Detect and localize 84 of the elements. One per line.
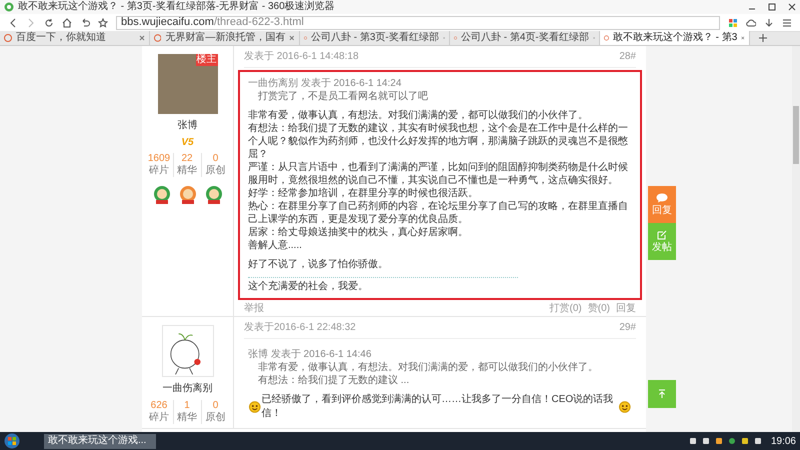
download-icon[interactable] (764, 18, 774, 28)
stat-label: 原创 (206, 412, 226, 424)
post-paragraph: 热心：在群里分享了自己药剂师的内容，在论坛里分享了自己写的攻略，在群里直播自己上课学的东西，更是发现了爱分享的优良品质。 (248, 200, 629, 226)
menu-icon[interactable] (782, 18, 792, 28)
stat-value: 0 (212, 153, 218, 165)
grin-emoji-icon (619, 401, 632, 413)
window-title: 敢不敢来玩这个游戏？ - 第3页-奖看红绿部落-无界财富 - 360极速浏览器 (18, 1, 335, 13)
stat-label: 精华 (177, 165, 197, 177)
post-paragraph: 善解人意..... (248, 239, 303, 252)
tab-label: 敢不敢来玩这个游戏？ - 第3 (612, 32, 738, 44)
favicon-icon (304, 34, 307, 42)
tab-label: 公司八卦 - 第4页-奖看红绿部 (460, 32, 589, 44)
favicon-icon (604, 34, 609, 42)
shield-icon[interactable] (728, 437, 736, 445)
post-message: 已经骄傲了，看到评价感觉到满满的认可……让我多了一分自信！CEO说的话我信！ (262, 393, 614, 421)
start-button-icon[interactable] (4, 433, 20, 449)
avatar-drawing[interactable] (162, 325, 214, 377)
browser-tab[interactable]: 公司八卦 - 第3页-奖看红绿部 (300, 31, 450, 45)
tray-app-icon[interactable] (740, 437, 749, 445)
author-name[interactable]: 张博 (178, 118, 198, 133)
volume-icon[interactable] (702, 437, 710, 445)
favicon-icon (154, 34, 162, 42)
star-icon[interactable] (98, 18, 108, 28)
close-icon[interactable] (788, 3, 796, 11)
quote-source: 一曲伤离别 发表于 2016-6-1 14:24 (248, 77, 402, 90)
medal-icon[interactable] (178, 185, 196, 205)
back-icon[interactable] (8, 18, 18, 28)
taskbar-task[interactable]: 敢不敢来玩这个游戏... (44, 434, 156, 448)
url-path: /thread-622-3.html (214, 15, 304, 30)
floor-number: 29# (619, 321, 636, 335)
quote-text: 打赏完了，不是员工看网名就可以了吧 (257, 90, 429, 103)
reload-icon[interactable] (44, 18, 54, 28)
quote-source: 张博 发表于 2016-6-1 14:46 (248, 348, 372, 361)
maximize-icon[interactable] (768, 3, 776, 11)
browser-tab[interactable]: 公司八卦 - 第4页-奖看红绿部 (450, 31, 600, 45)
quote-text: 有想法：给我们提了无数的建议 ... (257, 374, 410, 387)
post-paragraph: 有想法：给我们提了无数的建议，其实有时候我也想，这个会是在工作中是什么样的一个人呢？貌似作为药剂师，也没什么好发挥的地方啊，那满脑子跳跃的灵魂岂不是很憋屈？ (248, 122, 629, 161)
post-paragraph: 好学：经常参加培训，在群里分享的时候也很活跃。 (248, 187, 479, 200)
display-icon[interactable] (754, 437, 762, 445)
browser-tab[interactable]: 无界财富—新浪托管，国有 (150, 31, 300, 45)
quote-text: 非常有爱，做事认真，有想法。对我们满满的爱，都可以做我们的小伙伴了。 (257, 361, 599, 374)
post-paragraph: 居家：给丈母娘送抽奖中的枕头，真心好居家啊。 (248, 226, 469, 239)
signature-text: 这个充满爱的社会，我爱。 (248, 281, 369, 293)
stat-label: 碎片 (149, 165, 169, 177)
post-paragraph: 非常有爱，做事认真，有想法。对我们满满的爱，都可以做我们的小伙伴了。 (248, 109, 589, 122)
stat-value: 626 (150, 400, 168, 412)
stat-label: 精华 (177, 412, 197, 424)
tab-label: 百度一下，你就知道 (16, 32, 107, 44)
tab-label: 无界财富—新浪托管，国有 (165, 32, 286, 44)
speech-bubble-icon (656, 193, 668, 203)
stat-value: 1609 (148, 153, 170, 164)
post-time: 发表于2016-6-1 22:48:32 (244, 320, 356, 335)
address-bar[interactable]: bbs.wujiecaifu.com/thread-622-3.html (116, 16, 720, 30)
stat-label: 碎片 (149, 412, 169, 424)
medal-icon[interactable] (152, 185, 170, 205)
favicon-icon (4, 34, 12, 42)
post-paragraph: 严谨：从只言片语中，也看到了满满的严谨，比如问到的阻固醇抑制类药物是什么时候服用时，竟然很坦然的说自己不懂，其实说自己不懂也是一种勇气，这点确实很好。 (248, 161, 629, 187)
stat-value: 22 (181, 153, 193, 164)
smile-emoji-icon (249, 401, 261, 413)
post-time: 发表于 2016-6-1 14:48:18 (244, 50, 359, 64)
favicon-icon (454, 34, 457, 42)
scrollbar-thumb[interactable] (793, 106, 799, 164)
browser-tab[interactable]: 百度一下，你就知道 (0, 31, 150, 45)
browser-tab[interactable]: 敢不敢来玩这个游戏？ - 第3 (600, 31, 750, 45)
undo-icon[interactable] (80, 18, 90, 28)
new-tab-icon[interactable] (758, 33, 768, 43)
clock: 19:06 (770, 434, 796, 448)
floor-number: 28# (619, 50, 636, 64)
tray-icon[interactable] (714, 437, 723, 445)
cloud-icon[interactable] (746, 18, 756, 28)
level-label: V5 (181, 137, 194, 149)
stat-label: 原创 (206, 165, 226, 177)
medal-icon[interactable] (204, 185, 222, 205)
post-closing: 好了不说了，说多了怕你骄傲。 (248, 258, 389, 271)
url-host: bbs.wujiecaifu.com (121, 15, 214, 30)
edit-icon (657, 230, 667, 240)
network-icon[interactable] (688, 437, 697, 445)
tab-label: 公司八卦 - 第3页-奖看红绿部 (310, 32, 439, 44)
home-icon[interactable] (62, 18, 72, 28)
author-name[interactable]: 一曲伤离别 (162, 381, 212, 396)
arrow-up-icon (657, 389, 667, 399)
stat-value: 0 (212, 400, 218, 412)
apps-icon[interactable] (728, 18, 738, 28)
stat-value: 1 (184, 400, 190, 412)
